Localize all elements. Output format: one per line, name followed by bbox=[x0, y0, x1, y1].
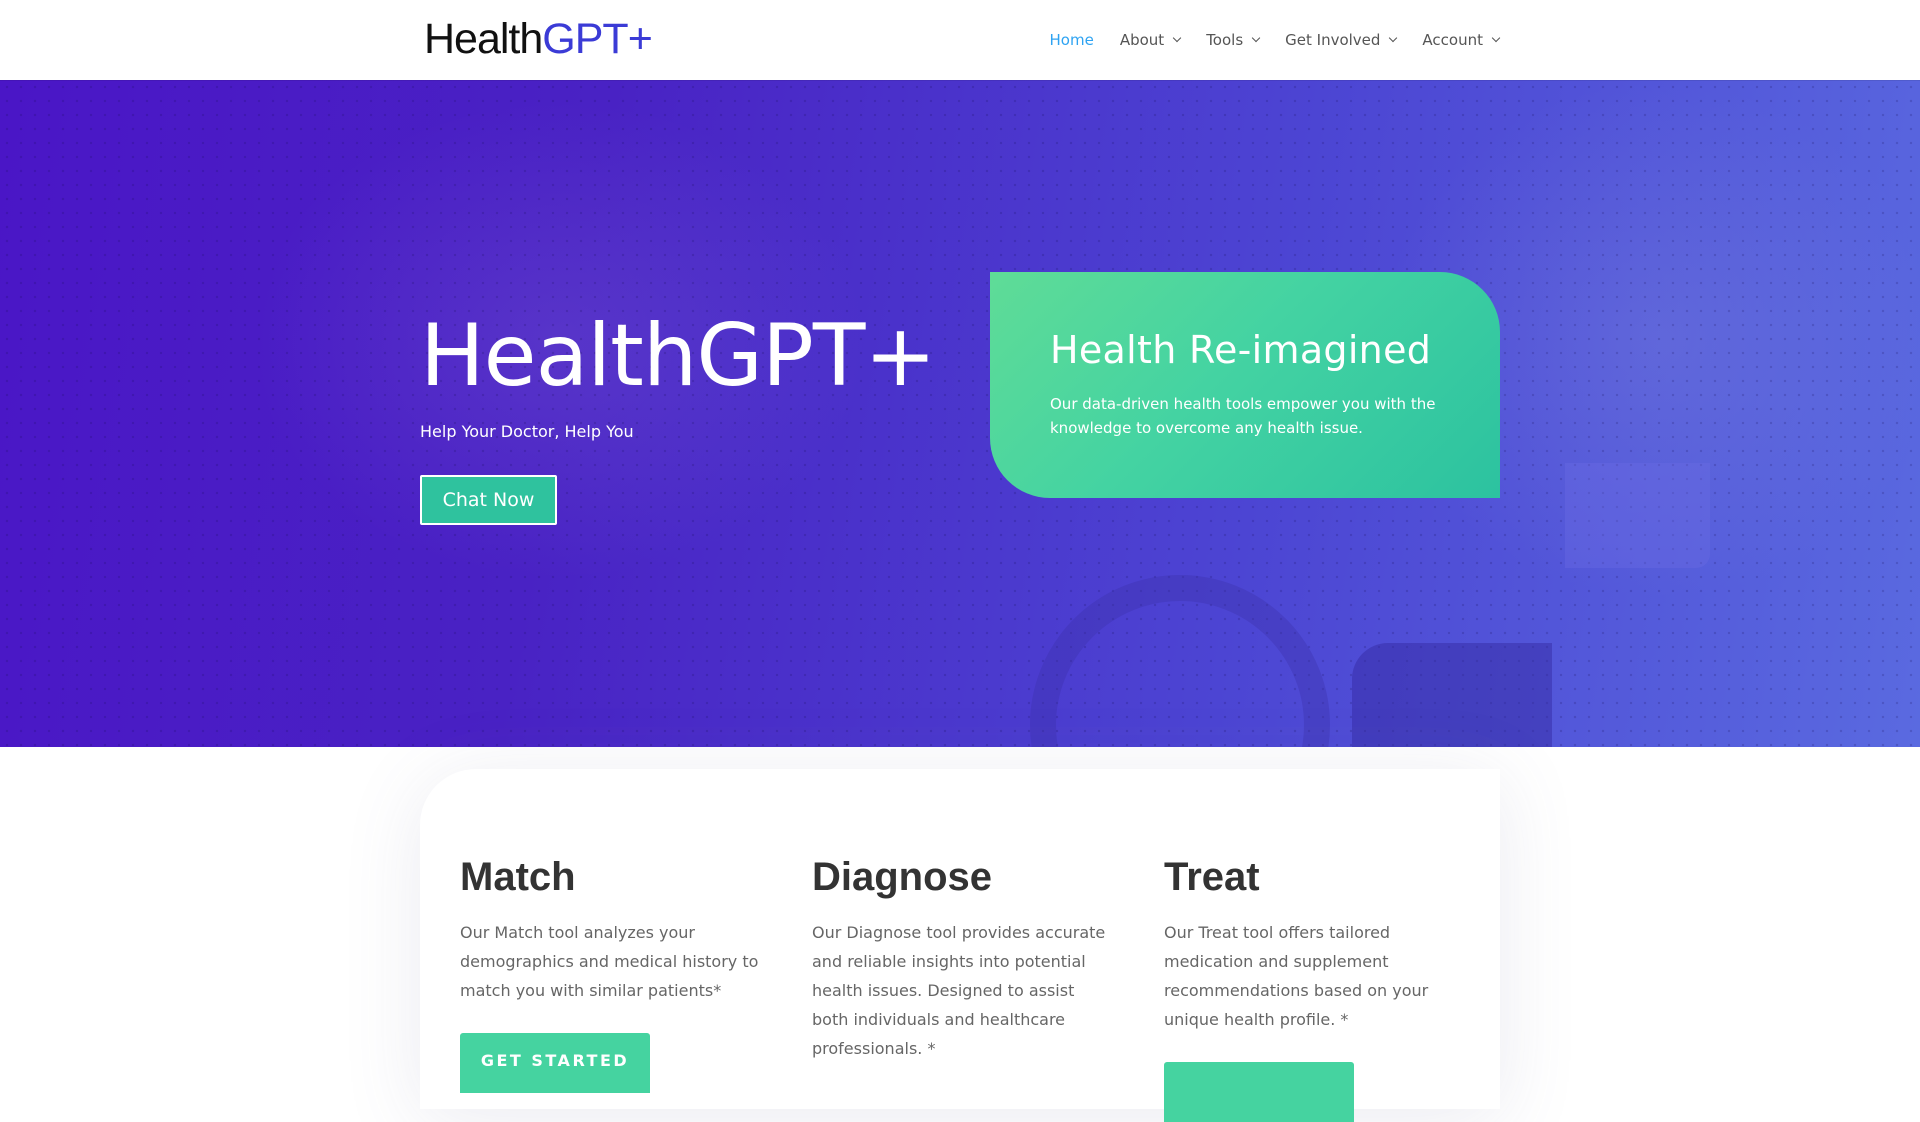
hero-title: HealthGPT+ bbox=[420, 306, 936, 406]
nav-item-label: Tools bbox=[1206, 31, 1244, 49]
tools-section: Match Our Match tool analyzes your demog… bbox=[420, 769, 1500, 1122]
hero-decorative-panel bbox=[1565, 463, 1710, 568]
nav-item-get-involved[interactable]: Get Involved bbox=[1285, 31, 1398, 49]
hero-subtitle: Help Your Doctor, Help You bbox=[420, 422, 634, 441]
site-header: HealthGPT+ Home About Tools Get Involved… bbox=[0, 0, 1920, 80]
feature-card-title: Health Re-imagined bbox=[1050, 328, 1432, 372]
nav-item-account[interactable]: Account bbox=[1422, 31, 1501, 49]
tool-title: Diagnose bbox=[812, 855, 993, 899]
chat-now-button[interactable]: Chat Now bbox=[420, 475, 557, 525]
tool-description: Our Match tool analyzes your demographic… bbox=[460, 923, 759, 1000]
get-started-button[interactable] bbox=[1164, 1062, 1354, 1122]
chevron-down-icon bbox=[1491, 33, 1501, 43]
get-started-button[interactable]: GET STARTED bbox=[460, 1033, 650, 1093]
tool-description: Our Diagnose tool provides accurate and … bbox=[812, 923, 1106, 1058]
tool-card-diagnose: Diagnose Our Diagnose tool provides accu… bbox=[812, 854, 1112, 1091]
tool-title: Treat bbox=[1164, 855, 1260, 899]
nav-item-label: About bbox=[1119, 31, 1165, 49]
hero-decorative-block bbox=[1352, 643, 1552, 747]
chevron-down-icon bbox=[1389, 33, 1398, 43]
hero-dot-pattern bbox=[0, 80, 1920, 747]
nav-item-home[interactable]: Home bbox=[1050, 31, 1094, 49]
site-logo[interactable]: HealthGPT+ bbox=[424, 14, 653, 64]
main-nav: Home About Tools Get Involved Account bbox=[1050, 0, 1501, 80]
tool-card-treat: Treat Our Treat tool offers tailored med… bbox=[1164, 854, 1464, 1122]
feature-card: Health Re-imagined Our data-driven healt… bbox=[990, 272, 1500, 498]
chevron-down-icon bbox=[1172, 33, 1182, 43]
nav-item-label: Account bbox=[1422, 31, 1483, 49]
feature-card-text: Our data-driven health tools empower you… bbox=[1050, 395, 1436, 437]
nav-item-label: Home bbox=[1049, 31, 1094, 49]
hero-section: HealthGPT+ Help Your Doctor, Help You Ch… bbox=[0, 80, 1920, 747]
nav-item-tools[interactable]: Tools bbox=[1206, 31, 1261, 49]
tool-title: Match bbox=[460, 855, 576, 899]
nav-item-about[interactable]: About bbox=[1119, 31, 1182, 49]
nav-item-label: Get Involved bbox=[1285, 31, 1381, 49]
logo-text-health: Health bbox=[424, 15, 543, 63]
logo-text-gpt: GPT+ bbox=[542, 15, 653, 63]
chevron-down-icon bbox=[1251, 33, 1261, 43]
tool-description: Our Treat tool offers tailored medicatio… bbox=[1164, 923, 1429, 1029]
tool-card-match: Match Our Match tool analyzes your demog… bbox=[460, 854, 760, 1093]
